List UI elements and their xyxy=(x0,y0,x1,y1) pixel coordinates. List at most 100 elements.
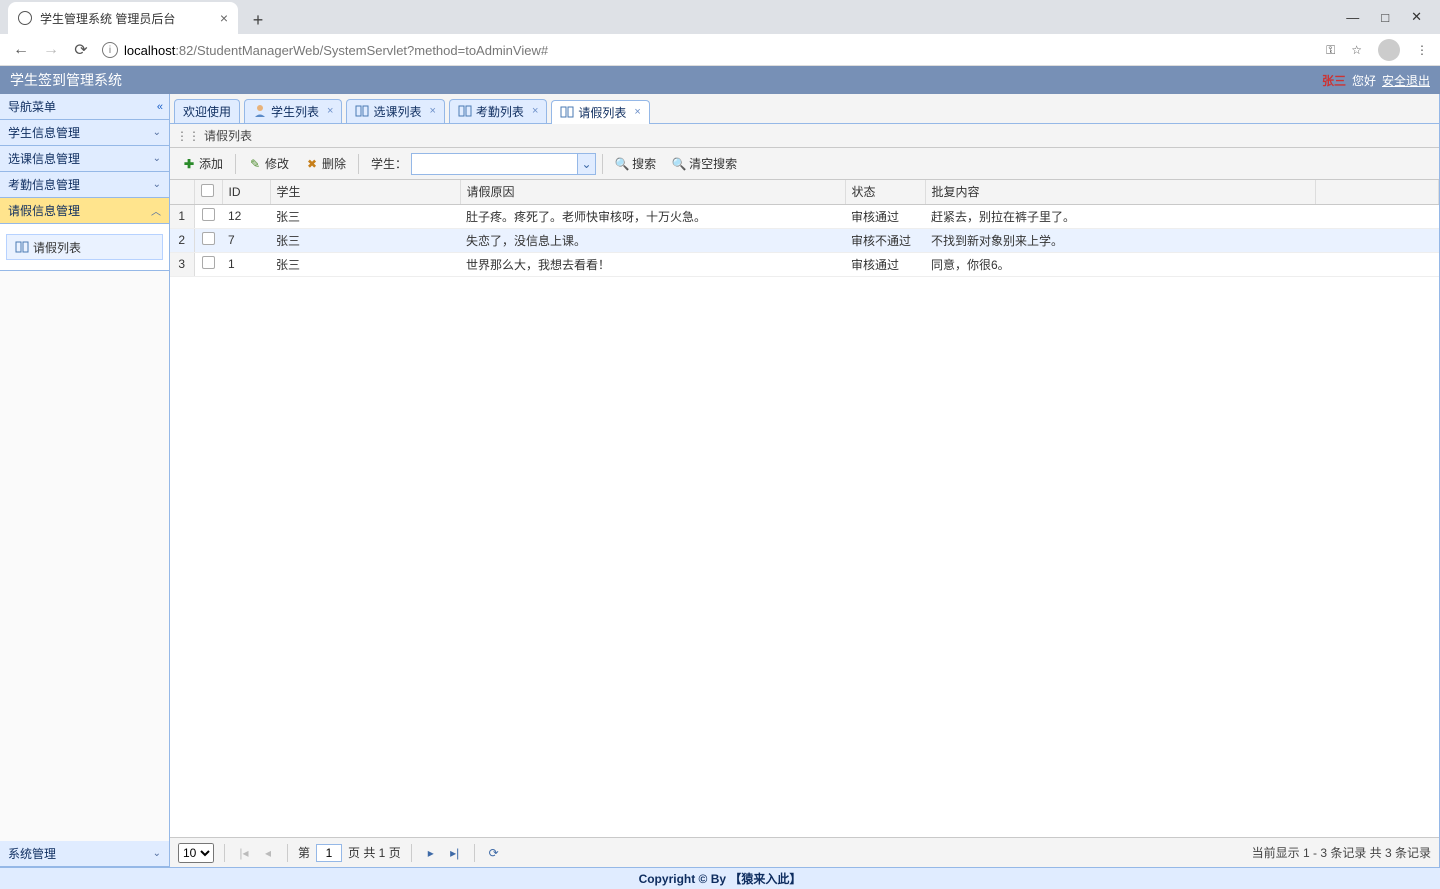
collapse-icon[interactable]: « xyxy=(157,101,161,113)
col-status[interactable]: 状态 xyxy=(845,180,925,204)
reload-icon[interactable]: ⟳ xyxy=(72,41,90,59)
add-button[interactable]: ✚ 添加 xyxy=(176,153,229,174)
rownum: 2 xyxy=(170,228,194,252)
page-size-select[interactable]: 10 xyxy=(178,843,214,863)
col-reply[interactable]: 批复内容 xyxy=(925,180,1315,204)
search-button[interactable]: 🔍 搜索 xyxy=(609,153,662,174)
add-label: 添加 xyxy=(199,155,223,172)
tab-close-icon[interactable]: × xyxy=(429,105,435,117)
tree-node-leave-list[interactable]: 请假列表 xyxy=(6,234,163,260)
grip-icon: ⋮⋮ xyxy=(176,129,200,143)
toolbar: ✚ 添加 ✎ 修改 ✖ 删除 学生： ⌄ xyxy=(170,148,1439,180)
site-info-icon[interactable]: i xyxy=(102,42,118,58)
search-icon: 🔍 xyxy=(672,157,686,171)
sidebar-item-label: 选课信息管理 xyxy=(8,150,80,167)
sidebar-item-label: 请假信息管理 xyxy=(8,202,80,219)
tab-student-list[interactable]: 学生列表 × xyxy=(244,99,342,123)
tab-close-icon[interactable]: × xyxy=(532,105,538,117)
tab-label: 请假列表 xyxy=(578,104,626,121)
page-input[interactable] xyxy=(316,844,342,862)
next-page-icon[interactable]: ▸ xyxy=(422,844,440,862)
forward-icon[interactable]: → xyxy=(42,41,60,59)
col-id[interactable]: ID xyxy=(222,180,270,204)
first-page-icon[interactable]: |◂ xyxy=(235,844,253,862)
edit-button[interactable]: ✎ 修改 xyxy=(242,153,295,174)
new-tab-button[interactable]: + xyxy=(244,6,272,34)
separator xyxy=(602,154,603,174)
tab-welcome[interactable]: 欢迎使用 xyxy=(174,99,240,123)
greeting: 您好 xyxy=(1352,72,1376,89)
logout-link[interactable]: 安全退出 xyxy=(1382,72,1430,89)
tab-leave-list[interactable]: 请假列表 × xyxy=(551,100,649,124)
search-label: 搜索 xyxy=(632,155,656,172)
col-reason[interactable]: 请假原因 xyxy=(460,180,845,204)
sidebar-item-course[interactable]: 选课信息管理 ⌄ xyxy=(0,146,169,172)
key-icon[interactable]: ⚿ xyxy=(1326,43,1335,58)
last-page-icon[interactable]: ▸| xyxy=(446,844,464,862)
back-icon[interactable]: ← xyxy=(12,41,30,59)
maximize-icon[interactable]: □ xyxy=(1381,10,1389,25)
chevron-down-icon: ⌄ xyxy=(153,179,161,190)
profile-avatar-icon[interactable] xyxy=(1378,39,1400,61)
clear-search-label: 清空搜索 xyxy=(689,155,737,172)
star-icon[interactable]: ☆ xyxy=(1351,43,1362,57)
col-student[interactable]: 学生 xyxy=(270,180,460,204)
sidebar-item-label: 学生信息管理 xyxy=(8,124,80,141)
tab-title: 学生管理系统 管理员后台 xyxy=(40,10,175,27)
delete-button[interactable]: ✖ 删除 xyxy=(299,153,352,174)
prev-page-icon[interactable]: ◂ xyxy=(259,844,277,862)
cell-reply: 不找到新对象别来上学。 xyxy=(925,228,1315,252)
delete-icon: ✖ xyxy=(305,157,319,171)
sidebar-title: 导航菜单 xyxy=(8,98,56,115)
table-row[interactable]: 31张三世界那么大，我想去看看！审核通过同意，你很6。 xyxy=(170,252,1439,276)
tab-close-icon[interactable]: × xyxy=(634,106,640,118)
student-combo[interactable]: ⌄ xyxy=(411,153,596,175)
browser-menu-icon[interactable]: ⋮ xyxy=(1416,43,1428,57)
refresh-icon[interactable]: ⟳ xyxy=(485,844,503,862)
app: 学生签到管理系统 张三 您好 安全退出 导航菜单 « 学生信息管理 ⌄ 选课信息… xyxy=(0,66,1440,889)
clear-search-button[interactable]: 🔍 清空搜索 xyxy=(666,153,743,174)
row-checkbox[interactable] xyxy=(202,256,215,269)
cell-student: 张三 xyxy=(270,252,460,276)
student-combo-input[interactable] xyxy=(412,154,577,174)
sidebar-item-attendance[interactable]: 考勤信息管理 ⌄ xyxy=(0,172,169,198)
book-icon xyxy=(355,105,369,117)
col-spacer xyxy=(1315,180,1439,204)
tabs-row: 欢迎使用 学生列表 × 选课列表 × 考勤列表 × xyxy=(170,94,1439,124)
sidebar-item-leave[interactable]: 请假信息管理 ︿ xyxy=(0,198,169,224)
cell-status: 审核不通过 xyxy=(845,228,925,252)
topbar: 学生签到管理系统 张三 您好 安全退出 xyxy=(0,66,1440,94)
row-checkbox[interactable] xyxy=(202,208,215,221)
col-rownum xyxy=(170,180,194,204)
edit-label: 修改 xyxy=(265,155,289,172)
close-window-icon[interactable]: ✕ xyxy=(1411,9,1422,25)
person-icon xyxy=(253,104,267,118)
tab-course-list[interactable]: 选课列表 × xyxy=(346,99,444,123)
browser-tab[interactable]: 学生管理系统 管理员后台 × xyxy=(8,2,238,34)
data-grid: ID 学生 请假原因 状态 批复内容 112张三肚子疼。疼死了。老师快审核呀，十… xyxy=(170,180,1439,837)
accordion: 学生信息管理 ⌄ 选课信息管理 ⌄ 考勤信息管理 ⌄ 请假信息管理 ︿ xyxy=(0,120,169,867)
tab-attendance-list[interactable]: 考勤列表 × xyxy=(449,99,547,123)
sidebar-body: 请假列表 xyxy=(0,224,169,271)
sidebar-item-student[interactable]: 学生信息管理 ⌄ xyxy=(0,120,169,146)
tab-label: 考勤列表 xyxy=(476,103,524,120)
cell-status: 审核通过 xyxy=(845,252,925,276)
url-box[interactable]: i localhost:82/StudentManagerWeb/SystemS… xyxy=(102,42,1314,58)
tab-label: 学生列表 xyxy=(271,103,319,120)
tab-label: 欢迎使用 xyxy=(183,103,231,120)
sidebar-item-system[interactable]: 系统管理 ⌄ xyxy=(0,841,169,867)
cell-id: 12 xyxy=(222,204,270,228)
cell-reason: 世界那么大，我想去看看！ xyxy=(460,252,845,276)
checkbox-all[interactable] xyxy=(201,184,214,197)
row-checkbox[interactable] xyxy=(202,232,215,245)
tab-close-icon[interactable]: × xyxy=(327,105,333,117)
chevron-down-icon[interactable]: ⌄ xyxy=(577,154,595,174)
table-row[interactable]: 27张三失恋了，没信息上课。审核不通过不找到新对象别来上学。 xyxy=(170,228,1439,252)
tab-close-icon[interactable]: × xyxy=(220,10,228,26)
rownum: 3 xyxy=(170,252,194,276)
sidebar-item-label: 系统管理 xyxy=(8,845,56,862)
minimize-icon[interactable]: — xyxy=(1346,10,1359,25)
table-row[interactable]: 112张三肚子疼。疼死了。老师快审核呀，十万火急。审核通过赶紧去，别拉在裤子里了… xyxy=(170,204,1439,228)
separator xyxy=(224,844,225,862)
cell-reply: 同意，你很6。 xyxy=(925,252,1315,276)
